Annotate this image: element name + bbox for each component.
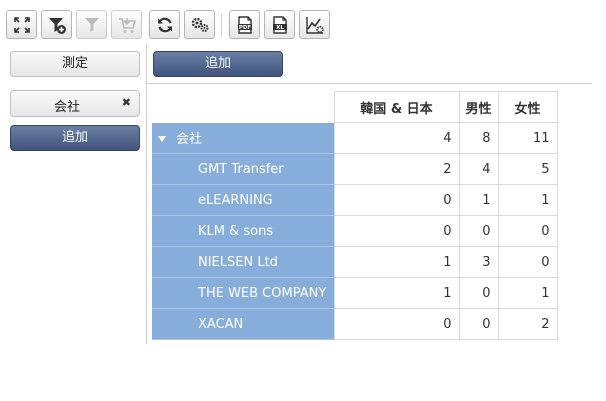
value-cell: 2: [497, 308, 558, 340]
value-cell: 0: [333, 215, 460, 247]
value-cell: 0: [458, 308, 499, 340]
value-cell: 0: [333, 184, 460, 216]
close-icon[interactable]: ✖: [122, 96, 131, 109]
filter-button[interactable]: [76, 10, 107, 39]
value-cell: 1: [497, 184, 558, 216]
column-header[interactable]: 男性: [458, 91, 499, 123]
value-cell: 0: [458, 215, 499, 247]
add-column-button[interactable]: 追加: [153, 51, 283, 77]
cart-export-button[interactable]: [111, 10, 142, 39]
chart-settings-button[interactable]: [299, 10, 330, 39]
export-excel-icon: XL: [272, 15, 287, 34]
settings-icon: [191, 17, 208, 32]
value-cell: 0: [458, 277, 499, 309]
dimension-chip-company[interactable]: 会社 ✖: [10, 90, 140, 117]
table-row: KLM & sons 0 0 0: [152, 215, 558, 247]
row-header-label: 会社: [176, 132, 203, 148]
row-header[interactable]: KLM & sons: [152, 215, 334, 247]
table-row: eLEARNING 0 1 1: [152, 184, 558, 216]
expand-button[interactable]: [6, 10, 37, 39]
table-row: NIELSEN Ltd 1 3 0: [152, 246, 558, 278]
value-cell: 1: [333, 246, 460, 278]
value-cell: 0: [497, 246, 558, 278]
value-cell: 0: [497, 215, 558, 247]
value-cell: 1: [458, 184, 499, 216]
export-pdf-icon: PDF: [237, 15, 252, 34]
value-cell: 11: [497, 122, 558, 154]
toolbar-separator: [221, 13, 222, 37]
panel-divider-horizontal: [146, 83, 592, 84]
export-excel-button[interactable]: XL: [264, 10, 295, 39]
row-header[interactable]: NIELSEN Ltd: [152, 246, 334, 278]
table-row: THE WEB COMPANY 1 0 1: [152, 277, 558, 309]
value-cell: 4: [458, 153, 499, 185]
value-cell: 1: [333, 277, 460, 309]
row-header[interactable]: eLEARNING: [152, 184, 334, 216]
add-filter-icon: [48, 17, 66, 34]
value-cell: 1: [497, 277, 558, 309]
table-row: GMT Transfer 2 4 5: [152, 153, 558, 185]
cart-export-icon: [118, 17, 136, 33]
refresh-button[interactable]: [149, 10, 180, 39]
dimension-chip-label: 会社: [53, 100, 80, 115]
svg-text:XL: XL: [276, 25, 284, 31]
pivot-corner: [152, 92, 334, 123]
value-cell: 2: [333, 153, 460, 185]
value-cell: 3: [458, 246, 499, 278]
table-row: 会社 4 8 11: [152, 122, 558, 154]
measure-button[interactable]: 測定: [10, 51, 140, 77]
pivot-table: 韓国 & 日本 男性 女性 会社 4 8 11 GMT Transfer 2 4…: [152, 91, 558, 340]
add-row-button[interactable]: 追加: [10, 125, 140, 151]
column-header[interactable]: 韓国 & 日本: [333, 91, 460, 123]
chart-settings-icon: [305, 16, 324, 34]
settings-button[interactable]: [184, 10, 215, 39]
column-header[interactable]: 女性: [497, 91, 558, 123]
panel-divider-vertical: [146, 44, 147, 344]
row-header[interactable]: THE WEB COMPANY: [152, 277, 334, 309]
value-cell: 8: [458, 122, 499, 154]
expand-icon: [13, 16, 30, 33]
svg-text:PDF: PDF: [238, 25, 251, 31]
value-cell: 0: [333, 308, 460, 340]
value-cell: 4: [333, 122, 460, 154]
refresh-icon: [157, 17, 172, 32]
row-header-group[interactable]: 会社: [152, 122, 334, 154]
caret-down-icon[interactable]: [158, 135, 166, 142]
table-row: XACAN 0 0 2: [152, 308, 558, 340]
row-header[interactable]: XACAN: [152, 308, 334, 340]
add-filter-button[interactable]: [41, 10, 72, 39]
value-cell: 5: [497, 153, 558, 185]
row-header[interactable]: GMT Transfer: [152, 153, 334, 185]
filter-icon: [84, 17, 99, 32]
export-pdf-button[interactable]: PDF: [229, 10, 260, 39]
